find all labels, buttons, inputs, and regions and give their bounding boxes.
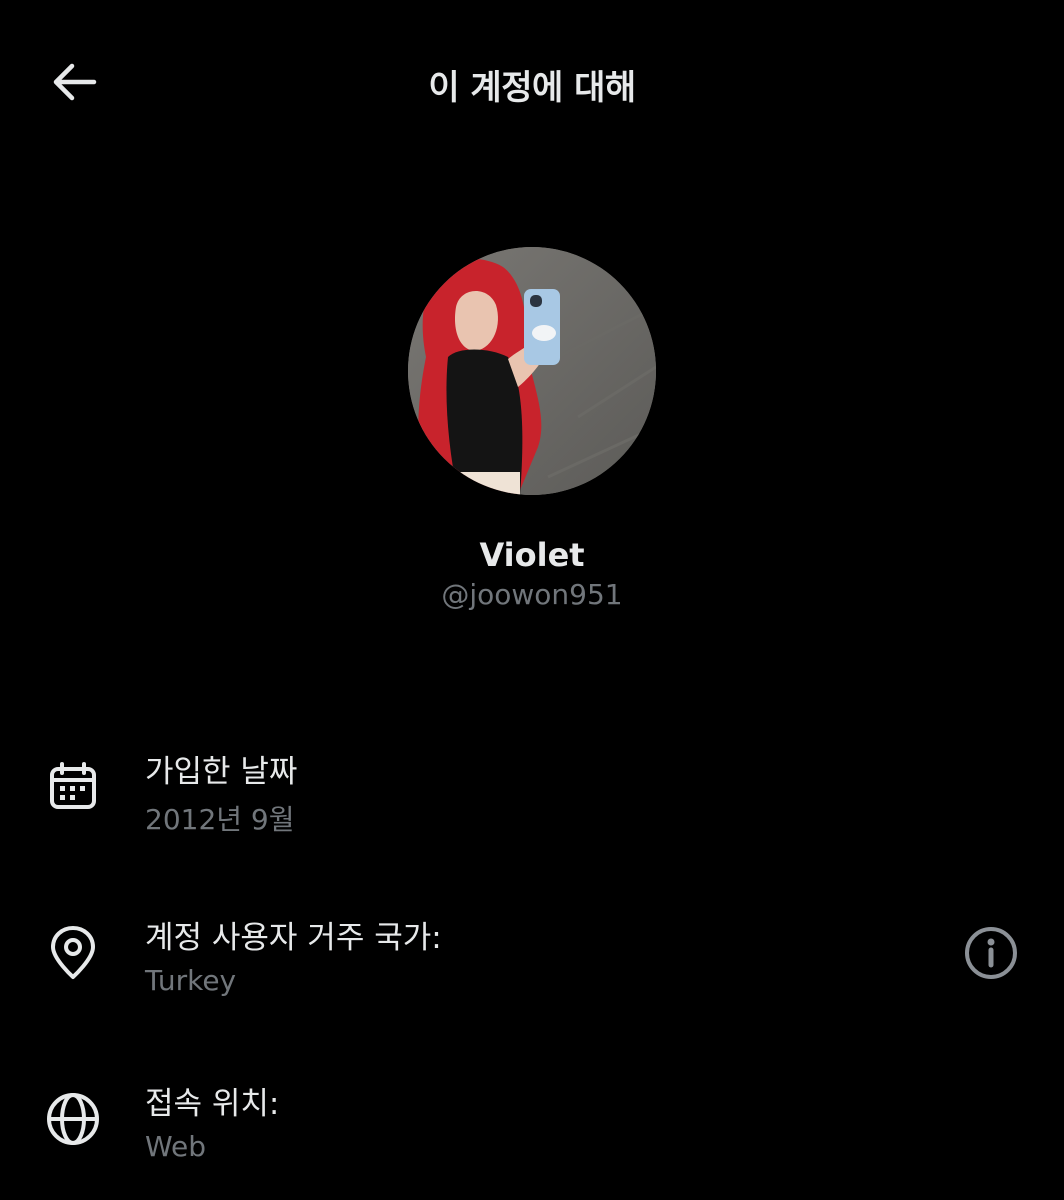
connected-via-value: Web (145, 1130, 207, 1163)
page-title: 이 계정에 대해 (428, 68, 636, 108)
profile-photo (408, 247, 656, 495)
country-info-button[interactable] (962, 924, 1020, 982)
calendar-icon (44, 758, 102, 816)
avatar[interactable] (408, 247, 656, 495)
country-value: Turkey (145, 964, 237, 997)
connected-via-row: 접속 위치: Web (0, 1072, 1064, 1192)
globe-icon (44, 1090, 102, 1148)
country-row: 계정 사용자 거주 국가: Turkey (0, 906, 1064, 1026)
display-name: Violet (479, 536, 585, 574)
joined-date-row: 가입한 날짜 2012년 9월 (0, 740, 1064, 860)
joined-date-value: 2012년 9월 (145, 803, 295, 836)
username-handle: @joowon951 (441, 578, 623, 611)
joined-date-label: 가입한 날짜 (145, 754, 298, 790)
location-pin-icon (44, 924, 102, 982)
top-bar: 이 계정에 대해 (0, 0, 1064, 165)
connected-via-label: 접속 위치: (145, 1086, 280, 1122)
country-label: 계정 사용자 거주 국가: (145, 920, 442, 956)
info-circle-icon (965, 927, 1017, 979)
